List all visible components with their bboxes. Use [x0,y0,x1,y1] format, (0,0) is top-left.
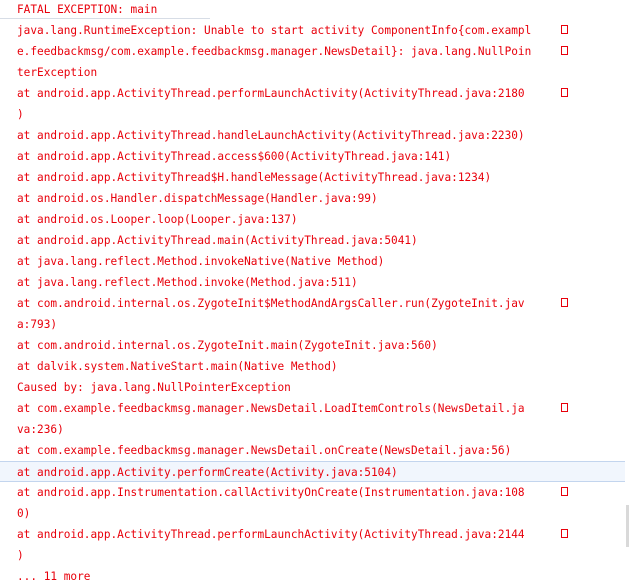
log-line-text: at java.lang.reflect.Method.invokeNative… [17,255,385,268]
log-line[interactable]: e.feedbackmsg/com.example.feedbackmsg.ma… [0,41,629,62]
log-line[interactable]: at com.example.feedbackmsg.manager.NewsD… [0,398,629,419]
log-line-text: Caused by: java.lang.NullPointerExceptio… [17,381,291,394]
log-line-text: at android.app.ActivityThread.performLau… [17,528,525,541]
log-line[interactable]: at android.app.ActivityThread.performLau… [0,524,629,545]
log-line[interactable]: ) [0,104,629,125]
log-line[interactable]: terException [0,62,629,83]
log-line-text: at android.app.Activity.performCreate(Ac… [17,466,398,479]
line-wrap-icon [561,487,568,496]
line-wrap-icon [561,403,568,412]
log-line[interactable]: at android.os.Handler.dispatchMessage(Ha… [0,188,629,209]
log-line[interactable]: at android.os.Looper.loop(Looper.java:13… [0,209,629,230]
log-line-text: at com.example.feedbackmsg.manager.NewsD… [17,444,512,457]
log-line-text: terException [17,66,98,79]
log-line-text: at android.app.ActivityThread.main(Activ… [17,234,418,247]
log-line-text: ) [17,549,24,562]
log-line-selected[interactable]: at android.app.Activity.performCreate(Ac… [0,461,629,482]
log-line-text: at dalvik.system.NativeStart.main(Native… [17,360,338,373]
log-line[interactable]: Caused by: java.lang.NullPointerExceptio… [0,377,629,398]
log-line[interactable]: ... 11 more [0,566,629,587]
log-line-text: java.lang.RuntimeException: Unable to st… [17,24,532,37]
line-wrap-icon [561,46,568,55]
log-line-text: at android.os.Looper.loop(Looper.java:13… [17,213,298,226]
line-wrap-icon [561,25,568,34]
log-line[interactable]: at dalvik.system.NativeStart.main(Native… [0,356,629,377]
log-line[interactable]: 0) [0,503,629,524]
log-line[interactable]: at android.app.Instrumentation.callActiv… [0,482,629,503]
log-line[interactable]: at java.lang.reflect.Method.invoke(Metho… [0,272,629,293]
log-line-text: ... 11 more [17,570,91,583]
log-line[interactable]: at android.app.ActivityThread.handleLaun… [0,125,629,146]
log-line-text: at android.app.ActivityThread.performLau… [17,87,525,100]
vertical-scrollbar[interactable] [625,0,629,588]
log-line[interactable]: at com.android.internal.os.ZygoteInit.ma… [0,335,629,356]
log-line-text: at java.lang.reflect.Method.invoke(Metho… [17,276,358,289]
log-line-text: at com.android.internal.os.ZygoteInit$Me… [17,297,525,310]
log-line-text: 0) [17,507,31,520]
log-line[interactable]: at com.example.feedbackmsg.manager.NewsD… [0,440,629,461]
log-line[interactable]: at android.app.ActivityThread.performLau… [0,83,629,104]
log-line-text: at android.app.ActivityThread$H.handleMe… [17,171,492,184]
line-wrap-icon [561,88,568,97]
log-line[interactable]: ) [0,545,629,566]
log-line-text: e.feedbackmsg/com.example.feedbackmsg.ma… [17,45,532,58]
log-line-text: ) [17,108,24,121]
log-line-text: at android.app.ActivityThread.handleLaun… [17,129,525,142]
log-line-text: at com.android.internal.os.ZygoteInit.ma… [17,339,438,352]
log-line-text: at android.app.Instrumentation.callActiv… [17,486,525,499]
log-line[interactable]: at android.app.ActivityThread$H.handleMe… [0,167,629,188]
log-line-text: a:793) [17,318,58,331]
log-line-text: at com.example.feedbackmsg.manager.NewsD… [17,402,525,415]
log-line[interactable]: va:236) [0,419,629,440]
log-line[interactable]: at android.app.ActivityThread.main(Activ… [0,230,629,251]
log-line-text: at android.app.ActivityThread.access$600… [17,150,452,163]
log-line[interactable]: a:793) [0,314,629,335]
log-line-text: va:236) [17,423,64,436]
log-line-text: at android.os.Handler.dispatchMessage(Ha… [17,192,378,205]
line-wrap-icon [561,529,568,538]
log-line[interactable]: at java.lang.reflect.Method.invokeNative… [0,251,629,272]
log-line[interactable]: java.lang.RuntimeException: Unable to st… [0,20,629,41]
stack-trace-log[interactable]: FATAL EXCEPTION: main java.lang.RuntimeE… [0,0,629,588]
log-line[interactable]: at com.android.internal.os.ZygoteInit$Me… [0,293,629,314]
line-wrap-icon [561,298,568,307]
fatal-exception-header: FATAL EXCEPTION: main [0,0,210,19]
log-line[interactable]: at android.app.ActivityThread.access$600… [0,146,629,167]
